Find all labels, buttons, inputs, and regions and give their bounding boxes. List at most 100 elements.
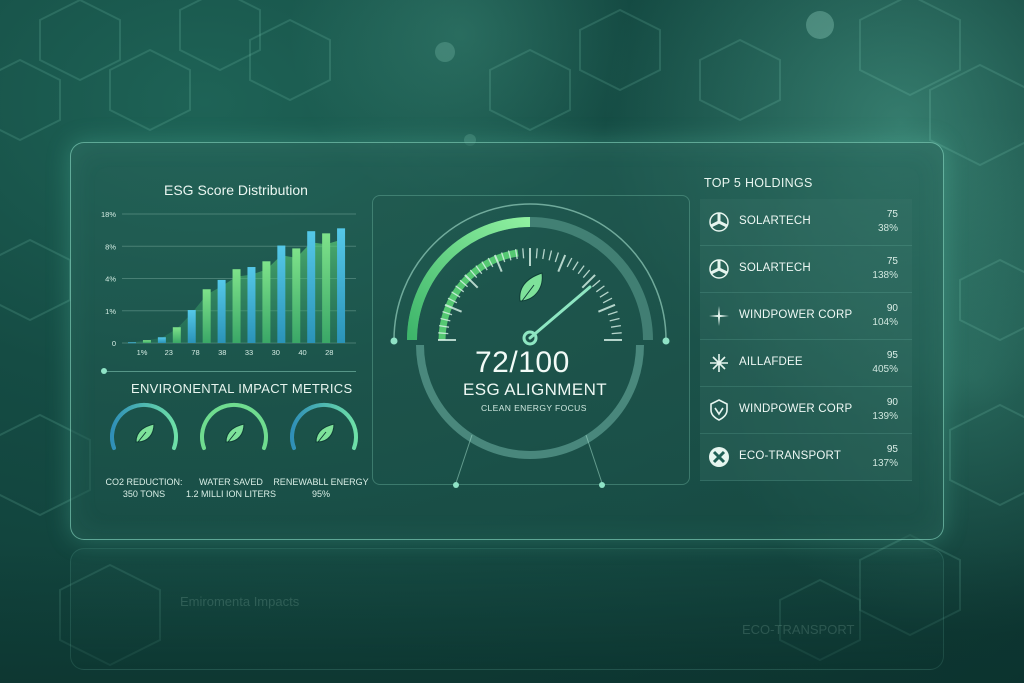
distribution-bar <box>322 233 331 343</box>
holding-row[interactable]: AILLAFDEE 95 405% <box>700 340 912 387</box>
holding-row[interactable]: WINDPOWER CORP 90 104% <box>700 293 912 340</box>
alignment-gauge <box>390 203 670 488</box>
x-tick-label: 1% <box>137 348 148 357</box>
gauge-tick <box>582 269 591 279</box>
gauge-tick <box>577 265 585 275</box>
distribution-title: ESG Score Distribution <box>164 182 308 198</box>
gauge-water <box>200 402 268 450</box>
reflection-right-text: ECO-TRANSPORT <box>742 622 855 637</box>
holdings-title: TOP 5 HOLDINGS <box>704 176 813 190</box>
holding-score: 75 <box>886 209 898 220</box>
solar-icon <box>709 259 729 279</box>
holding-pct: 104% <box>872 317 898 328</box>
distribution-bar <box>172 327 181 343</box>
holding-score: 95 <box>886 350 898 361</box>
distribution-bar <box>187 310 196 343</box>
y-tick-label: 18% <box>101 210 116 219</box>
gauge-tick <box>535 248 538 259</box>
cross-icon <box>709 447 729 467</box>
divider <box>104 371 356 372</box>
wind-icon <box>709 306 729 326</box>
distribution-bar <box>277 245 286 343</box>
holding-score: 90 <box>886 303 898 314</box>
holdings-list: SOLARTECH 75 38% SOLARTECH 75 138% WINDP… <box>700 199 912 483</box>
distribution-bar <box>157 337 166 343</box>
x-tick-label: 78 <box>191 348 199 357</box>
gauge-tick <box>542 248 546 260</box>
distribution-bar <box>142 340 151 343</box>
gauge-tick <box>607 310 618 316</box>
alignment-label: ESG ALIGNMENT <box>463 380 608 399</box>
holding-name: SOLARTECH <box>739 215 811 227</box>
holding-row[interactable]: SOLARTECH 75 138% <box>700 246 912 293</box>
distribution-bar <box>202 289 211 343</box>
gauge-tick <box>554 252 560 263</box>
holding-pct: 138% <box>872 270 898 281</box>
distribution-bar <box>128 342 136 344</box>
x-tick-label: 40 <box>298 348 306 357</box>
impact-gauges <box>110 402 358 450</box>
solar-icon <box>709 212 729 232</box>
gauge-renewable <box>290 402 358 450</box>
leaf-icon <box>225 423 245 443</box>
distribution-bar <box>262 261 271 343</box>
gauge-renewable-line2: 95% <box>311 489 330 499</box>
gauge-tick <box>610 324 622 328</box>
distribution-bar <box>337 228 346 343</box>
gauge-tick <box>548 250 553 261</box>
x-tick-label: 23 <box>165 348 173 357</box>
leaf-icon <box>519 272 543 302</box>
divider-dot <box>101 368 107 374</box>
x-tick-label: 38 <box>218 348 226 357</box>
y-tick-label: 4% <box>105 275 116 284</box>
leaf-icon <box>135 423 155 443</box>
holding-row[interactable]: WINDPOWER CORP 90 139% <box>700 387 912 434</box>
gauge-tick <box>557 254 567 272</box>
holding-pct: 405% <box>872 364 898 375</box>
distribution-bar <box>307 231 316 343</box>
gauge-tick <box>602 297 613 304</box>
gauge-tick <box>572 261 579 271</box>
shield-icon <box>710 399 728 421</box>
alignment-needle <box>528 285 592 340</box>
y-tick-label: 1% <box>105 307 116 316</box>
gauge-tick <box>438 332 449 335</box>
star-icon <box>710 354 728 372</box>
holding-name: SOLARTECH <box>739 262 811 274</box>
gauge-co2 <box>110 402 178 450</box>
distribution-bar <box>232 269 241 343</box>
x-tick-label: 28 <box>325 348 333 357</box>
alignment-score: 72/100 <box>475 346 570 379</box>
gauge-tick <box>522 248 525 259</box>
holding-name: WINDPOWER CORP <box>739 309 853 321</box>
panel-reflection <box>70 548 944 670</box>
gauge-tick <box>595 285 605 293</box>
distribution-bar <box>292 248 301 343</box>
alignment-sublabel: CLEAN ENERGY FOCUS <box>481 403 587 413</box>
y-tick-label: 8% <box>105 242 116 251</box>
leaf-icon <box>315 423 335 443</box>
holding-score: 75 <box>886 256 898 267</box>
gauge-renewable-label: RENEWABLL ENERGY 95% <box>261 476 381 500</box>
distribution-chart: 18% 8% 4% 1% 0 1% 23 78 38 33 30 40 28 <box>101 210 356 357</box>
gauge-tick <box>611 332 622 335</box>
holding-score: 90 <box>886 397 898 408</box>
holding-row[interactable]: ECO-TRANSPORT 95 137% <box>700 434 912 481</box>
gauge-renewable-line1: RENEWABLL ENERGY <box>273 477 369 487</box>
distribution-bar <box>247 267 256 343</box>
distribution-bar <box>217 279 226 343</box>
holding-name: WINDPOWER CORP <box>739 403 853 415</box>
gauge-tick <box>591 279 601 288</box>
holding-row[interactable]: SOLARTECH 75 38% <box>700 199 912 246</box>
holding-pct: 139% <box>872 411 898 422</box>
y-tick-label: 0 <box>112 339 116 348</box>
holding-name: AILLAFDEE <box>739 356 803 368</box>
holding-pct: 38% <box>877 223 898 234</box>
impact-title: ENVIRONENTAL IMPACT METRICS <box>131 381 353 396</box>
holding-name: ECO-TRANSPORT <box>739 450 842 462</box>
x-tick-label: 30 <box>272 348 280 357</box>
gauge-tick <box>598 303 616 313</box>
gauge-tick <box>566 257 573 268</box>
gauge-tick <box>609 317 620 322</box>
gauge-tick <box>599 291 609 298</box>
